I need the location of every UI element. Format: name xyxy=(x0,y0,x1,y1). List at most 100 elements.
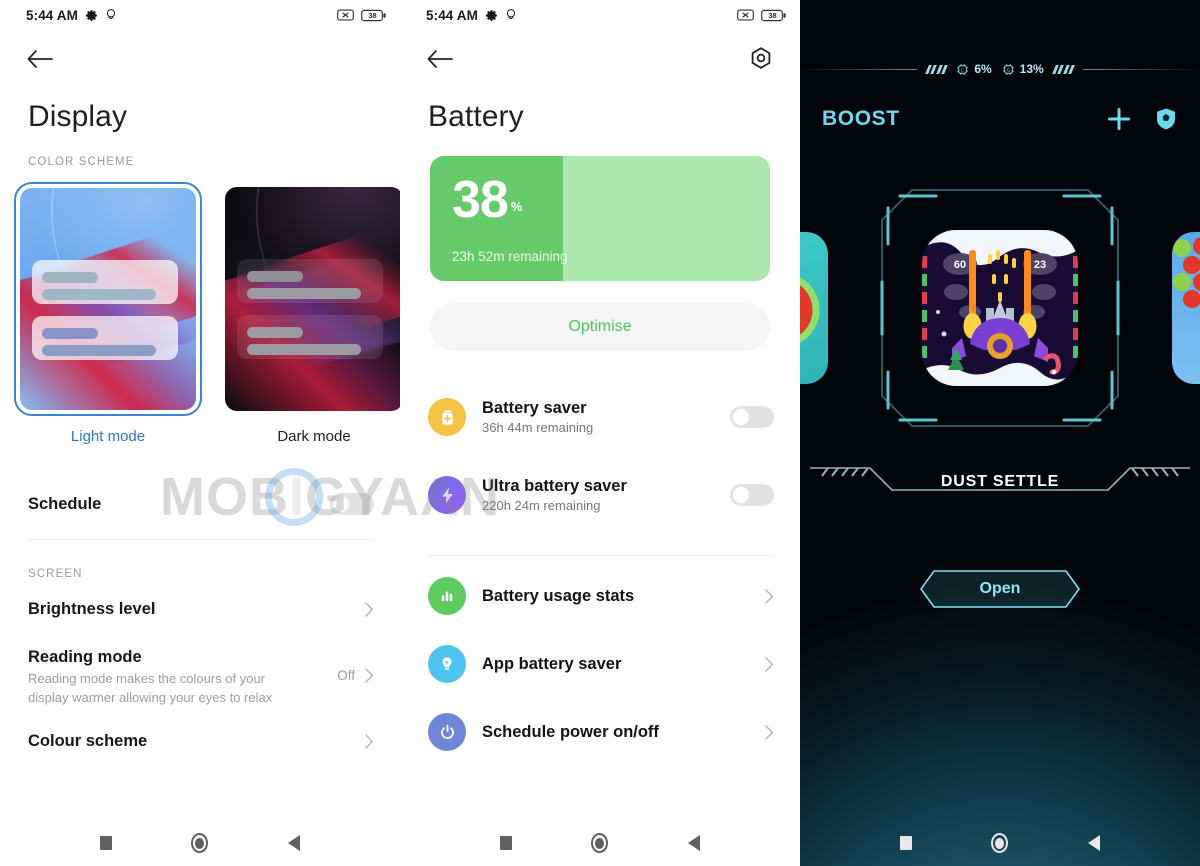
row-app-battery-saver[interactable]: App battery saver xyxy=(400,630,800,698)
row-battery-usage-stats[interactable]: Battery usage stats xyxy=(400,562,800,630)
display-appbar xyxy=(0,30,400,88)
recents-square-icon[interactable] xyxy=(499,836,512,850)
schedule-toggle[interactable] xyxy=(330,493,374,515)
app-battery-saver-label: App battery saver xyxy=(482,654,622,673)
back-arrow-icon[interactable] xyxy=(426,47,456,71)
chevron-right-icon xyxy=(365,668,374,683)
back-triangle-icon[interactable] xyxy=(688,835,701,851)
no-sim-icon xyxy=(337,9,354,21)
color-scheme-options: Light mode Dark mode xyxy=(0,168,400,445)
row-colour-scheme[interactable]: Colour scheme xyxy=(0,716,400,766)
page-title: Display xyxy=(28,100,128,133)
hex-nut-icon[interactable] xyxy=(748,46,774,72)
schedule-row[interactable]: Schedule xyxy=(0,469,400,539)
row-ultra-battery-saver[interactable]: Ultra battery saver 220h 24m remaining xyxy=(400,467,800,523)
svg-text:G: G xyxy=(1006,67,1010,72)
status-bar: 5:44 AM 38 xyxy=(0,0,400,30)
schedule-label: Schedule xyxy=(28,494,102,513)
chevron-right-icon xyxy=(765,656,774,672)
battery-appbar xyxy=(400,30,800,88)
battery-icon: 38 xyxy=(361,9,386,22)
cpu-chip-icon: C xyxy=(957,63,969,75)
home-circle-icon[interactable] xyxy=(591,833,609,853)
bulb-bolt-icon xyxy=(428,645,466,683)
light-mode-card-frame[interactable] xyxy=(14,182,202,416)
home-circle-icon[interactable] xyxy=(191,833,209,853)
no-sim-icon xyxy=(737,9,754,21)
svg-text:60: 60 xyxy=(954,259,966,271)
battery-icon: 38 xyxy=(761,9,786,22)
reading-mode-label: Reading mode xyxy=(28,648,142,666)
light-mode-label: Light mode xyxy=(70,428,146,445)
open-game-button[interactable]: Open xyxy=(920,570,1080,608)
adjacent-game-icon-left[interactable] xyxy=(800,232,828,384)
section-screen: SCREEN xyxy=(28,568,83,580)
game-icon-dust-settle[interactable]: 60 23 xyxy=(922,230,1078,386)
game-title: DUST SETTLE xyxy=(940,473,1060,490)
status-bar-left: 5:44 AM xyxy=(26,8,117,23)
boost-actions xyxy=(1106,106,1178,132)
percent-symbol: % xyxy=(510,198,523,214)
hud-hatch-right xyxy=(1051,64,1076,74)
svg-text:23: 23 xyxy=(1034,259,1046,271)
svg-text:C: C xyxy=(961,67,964,72)
gpu-chip-icon: G xyxy=(1002,63,1014,75)
battery-usage-stats-label: Battery usage stats xyxy=(482,586,635,605)
adjacent-game-icon-right[interactable] xyxy=(1172,232,1200,384)
battery-saver-sub: 36h 44m remaining xyxy=(482,420,594,435)
ultra-battery-saver-sub: 220h 24m remaining xyxy=(482,498,601,513)
battery-saver-toggle[interactable] xyxy=(730,406,774,428)
schedule-power-label: Schedule power on/off xyxy=(482,722,659,741)
game-turbo-screen: C 6% G 13% BOOST 60 23 DUST SETTLE Open xyxy=(800,0,1200,866)
gpu-stat: G 13% xyxy=(1002,62,1044,76)
bar-chart-icon xyxy=(428,577,466,615)
status-bar: 5:44 AM 38 xyxy=(400,0,800,30)
reading-mode-description: Reading mode makes the colours of your d… xyxy=(28,671,273,705)
chevron-right-icon xyxy=(365,733,374,749)
shield-gem-icon[interactable] xyxy=(1154,106,1178,132)
dark-mode-preview xyxy=(225,187,400,411)
location-icon xyxy=(106,9,116,19)
back-triangle-icon[interactable] xyxy=(1088,835,1101,851)
battery-plus-icon xyxy=(428,398,466,436)
chevron-right-icon xyxy=(365,601,374,617)
reading-mode-value: Off xyxy=(337,668,355,683)
row-battery-saver[interactable]: Battery saver 36h 44m remaining xyxy=(400,389,800,445)
colour-scheme-label: Colour scheme xyxy=(28,731,148,750)
battery-percent-group: 38% xyxy=(452,174,523,226)
brightness-level-label: Brightness level xyxy=(28,599,156,618)
battery-level-text: 38 xyxy=(768,10,777,20)
row-reading-mode[interactable]: Reading mode Reading mode makes the colo… xyxy=(0,638,400,716)
status-time: 5:44 AM xyxy=(26,7,78,23)
display-settings-screen: 5:44 AM 38 Display COLOR SCHEME Light mo… xyxy=(0,0,400,866)
mode-option-light[interactable]: Light mode xyxy=(14,182,202,445)
cpu-value: 6% xyxy=(974,62,992,76)
chevron-right-icon xyxy=(765,588,774,604)
ultra-battery-saver-label: Ultra battery saver xyxy=(482,477,627,495)
navigation-bar xyxy=(800,820,1200,866)
row-brightness-level[interactable]: Brightness level xyxy=(0,580,400,638)
page-title: Battery xyxy=(428,100,524,133)
divider xyxy=(428,555,774,556)
hud-hatch-left xyxy=(924,64,949,74)
back-arrow-icon[interactable] xyxy=(26,47,56,71)
featured-game-card[interactable]: 60 23 xyxy=(878,186,1122,430)
status-time: 5:44 AM xyxy=(426,7,478,23)
battery-level-text: 38 xyxy=(368,10,377,20)
chevron-right-icon xyxy=(765,724,774,740)
game-status-bar xyxy=(800,0,1200,30)
back-triangle-icon[interactable] xyxy=(288,835,301,851)
plus-icon[interactable] xyxy=(1106,106,1132,132)
cpu-stat: C 6% xyxy=(956,62,992,76)
ultra-battery-saver-toggle[interactable] xyxy=(730,484,774,506)
recents-square-icon[interactable] xyxy=(899,836,912,850)
open-button-label: Open xyxy=(979,580,1021,597)
screenshot-root: 5:44 AM 38 Display COLOR SCHEME Light mo… xyxy=(0,0,1200,866)
status-bar-right: 38 xyxy=(337,9,386,22)
dark-mode-card-frame[interactable] xyxy=(220,182,400,416)
recents-square-icon[interactable] xyxy=(99,836,112,850)
mode-option-dark[interactable]: Dark mode xyxy=(220,182,400,445)
home-circle-icon[interactable] xyxy=(991,833,1009,853)
optimise-button[interactable]: Optimise xyxy=(430,303,770,351)
row-schedule-power[interactable]: Schedule power on/off xyxy=(400,698,800,766)
